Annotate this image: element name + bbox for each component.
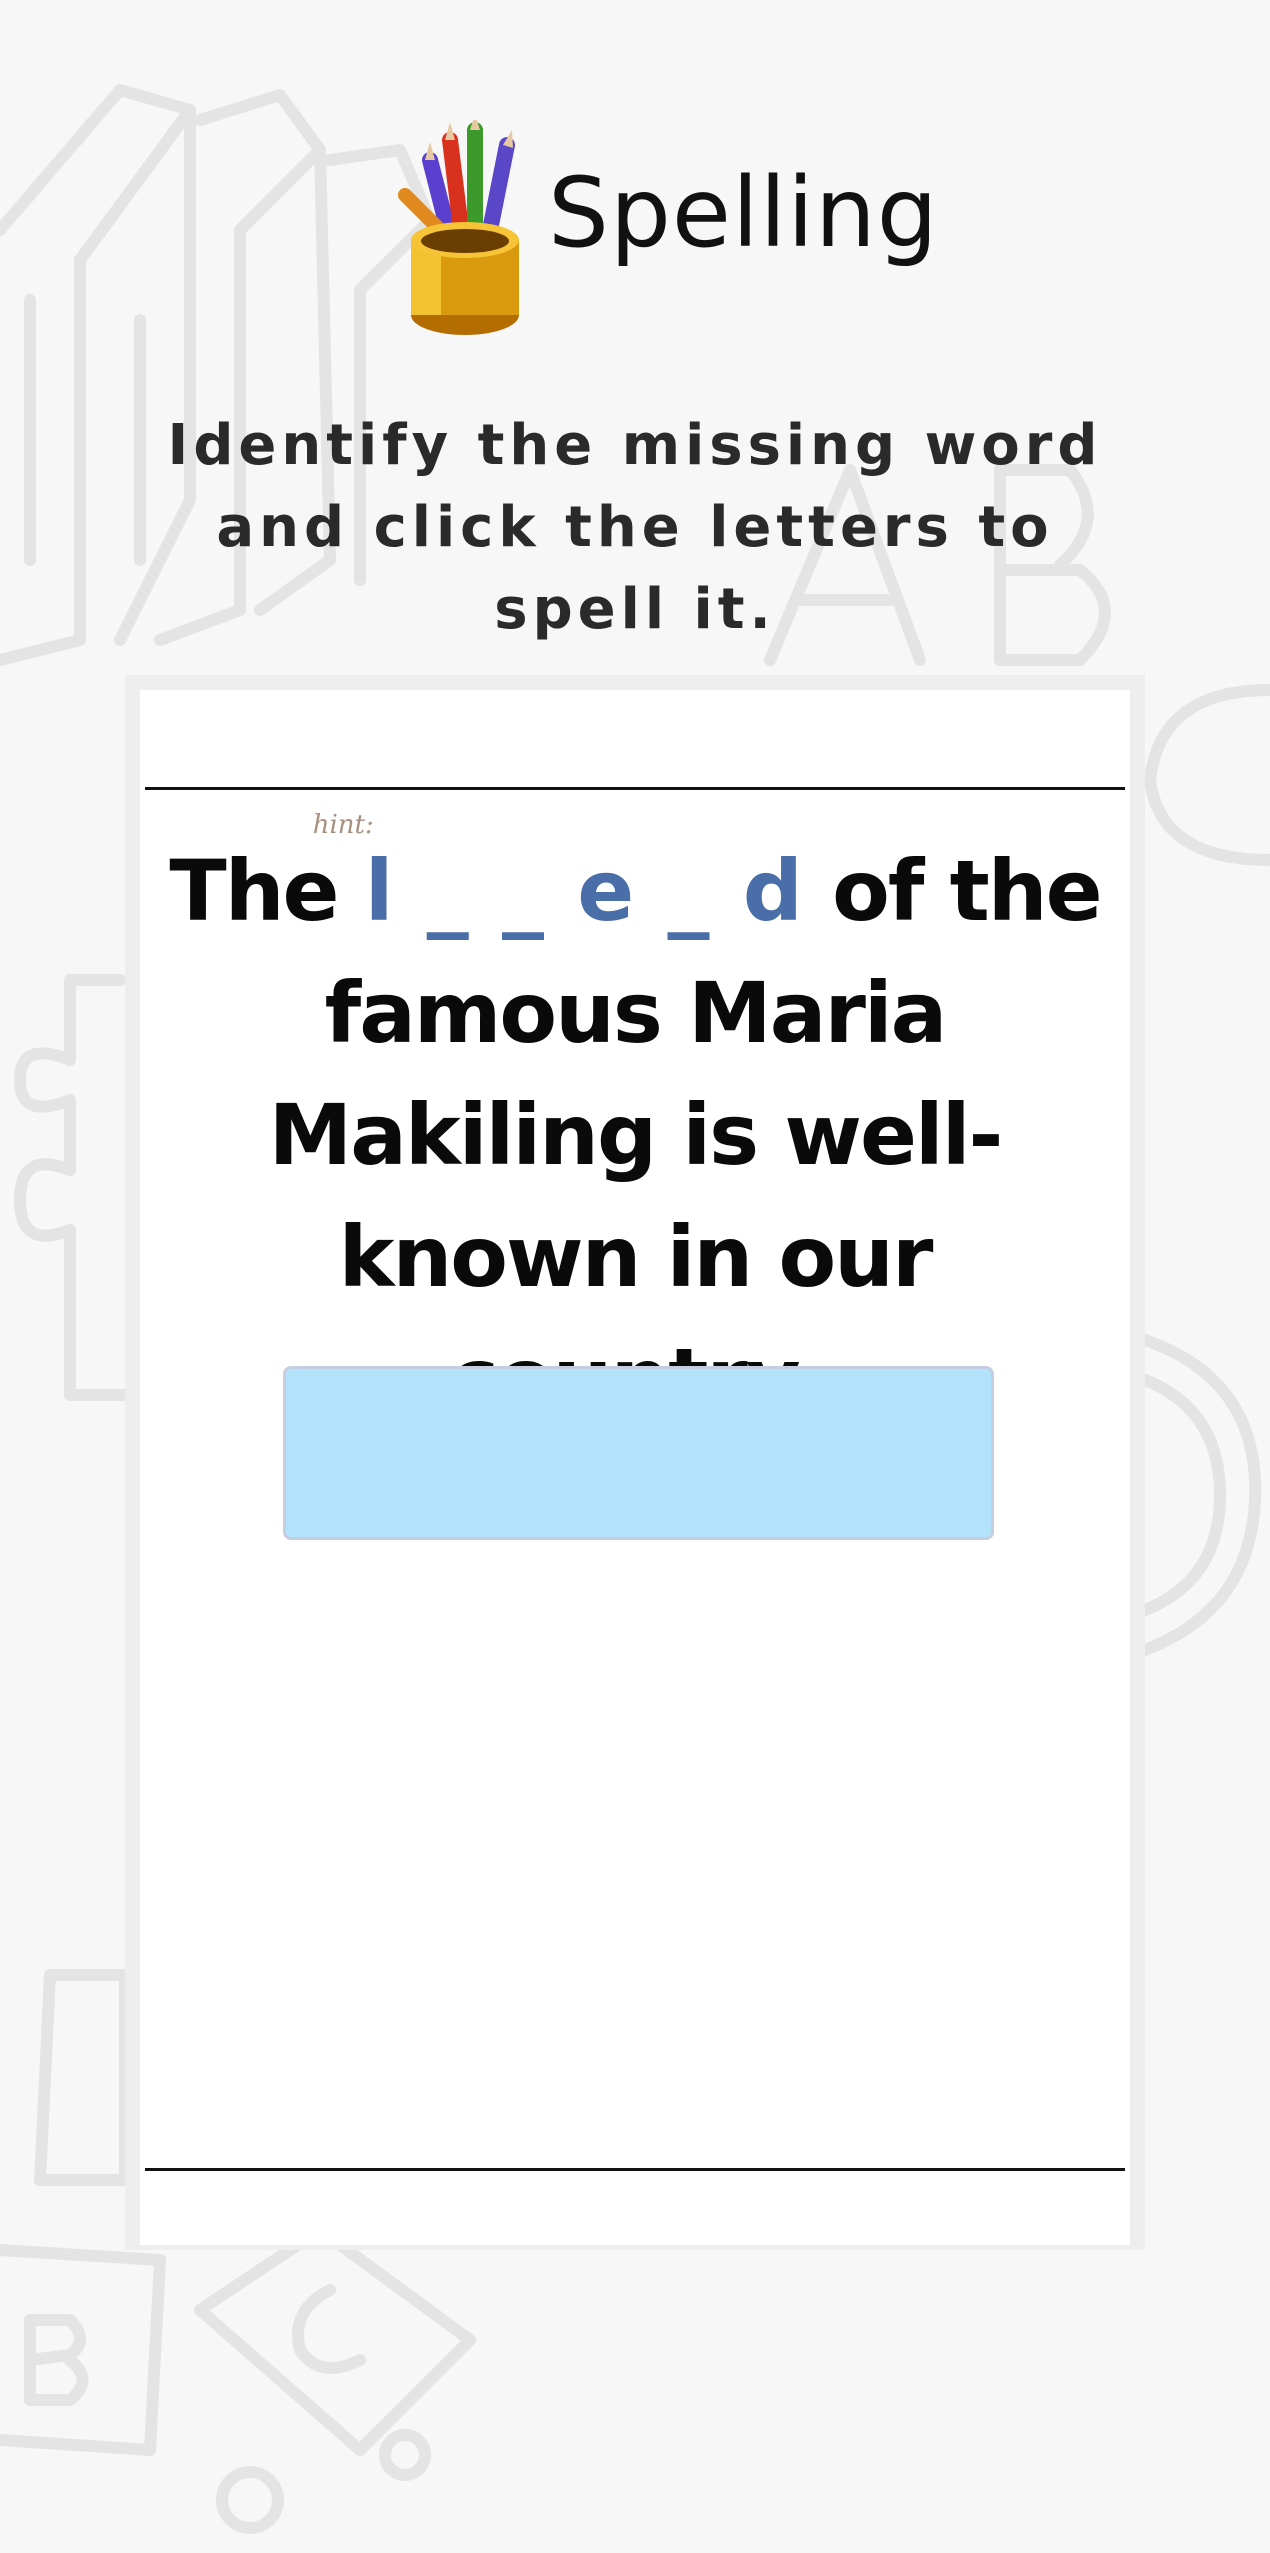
- divider-bottom: [145, 2168, 1125, 2171]
- app-title: Spelling: [548, 157, 939, 269]
- instructions-text: Identify the missing word and click the …: [167, 413, 1103, 642]
- answer-input-box[interactable]: [283, 1366, 994, 1540]
- hint-label: hint:: [312, 810, 374, 840]
- pencil-cup-icon: [398, 120, 519, 335]
- divider-top: [145, 787, 1125, 790]
- question-text-before: The: [169, 842, 339, 940]
- hint-letters: l _ _ e _ d: [364, 842, 805, 940]
- question-sentence: The hint: l _ _ e _ d of the famous Mari…: [160, 810, 1110, 1440]
- missing-word-blank: hint: l _ _ e _ d: [313, 810, 805, 952]
- app-header: Spelling: [0, 120, 1270, 350]
